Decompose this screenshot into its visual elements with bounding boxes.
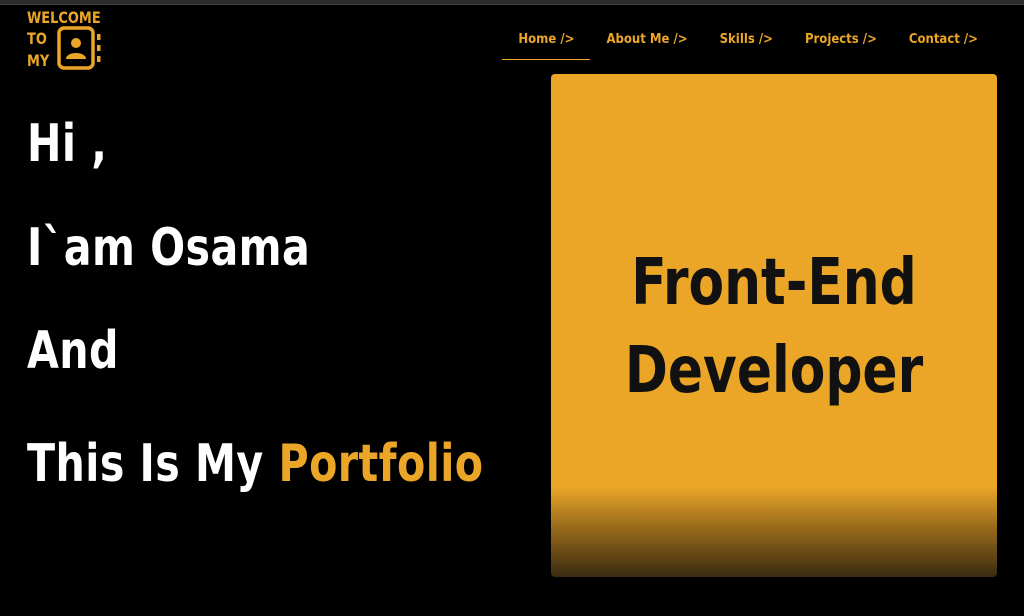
hero-name: I`am Osama: [27, 218, 311, 278]
main-nav: Home /> About Me /> Skills /> Projects /…: [502, 28, 994, 60]
hero-and: And: [27, 321, 119, 381]
logo-text-to: TO: [27, 29, 47, 48]
top-border: [0, 0, 1024, 5]
nav-home[interactable]: Home />: [502, 28, 591, 60]
logo-text-my: MY: [27, 51, 50, 70]
nav-skills[interactable]: Skills />: [704, 28, 789, 59]
hero-greeting: Hi ,: [27, 114, 108, 174]
nav-about[interactable]: About Me />: [590, 28, 703, 59]
hero-tagline-prefix: This Is My: [27, 434, 264, 494]
role-card: Front-End Developer: [551, 74, 997, 577]
hero-tagline: This Is My Portfolio: [27, 434, 484, 494]
nav-projects[interactable]: Projects />: [789, 28, 893, 59]
site-logo[interactable]: WELCOME TO MY: [27, 8, 107, 72]
nav-contact[interactable]: Contact />: [893, 28, 994, 59]
role-card-text: Front-End Developer: [573, 239, 974, 415]
hero-tagline-accent: Portfolio: [278, 434, 484, 494]
role-line-1: Front-End: [631, 246, 917, 320]
contact-book-icon: [57, 26, 103, 72]
role-line-2: Developer: [624, 334, 924, 408]
logo-text-welcome: WELCOME: [27, 8, 101, 27]
